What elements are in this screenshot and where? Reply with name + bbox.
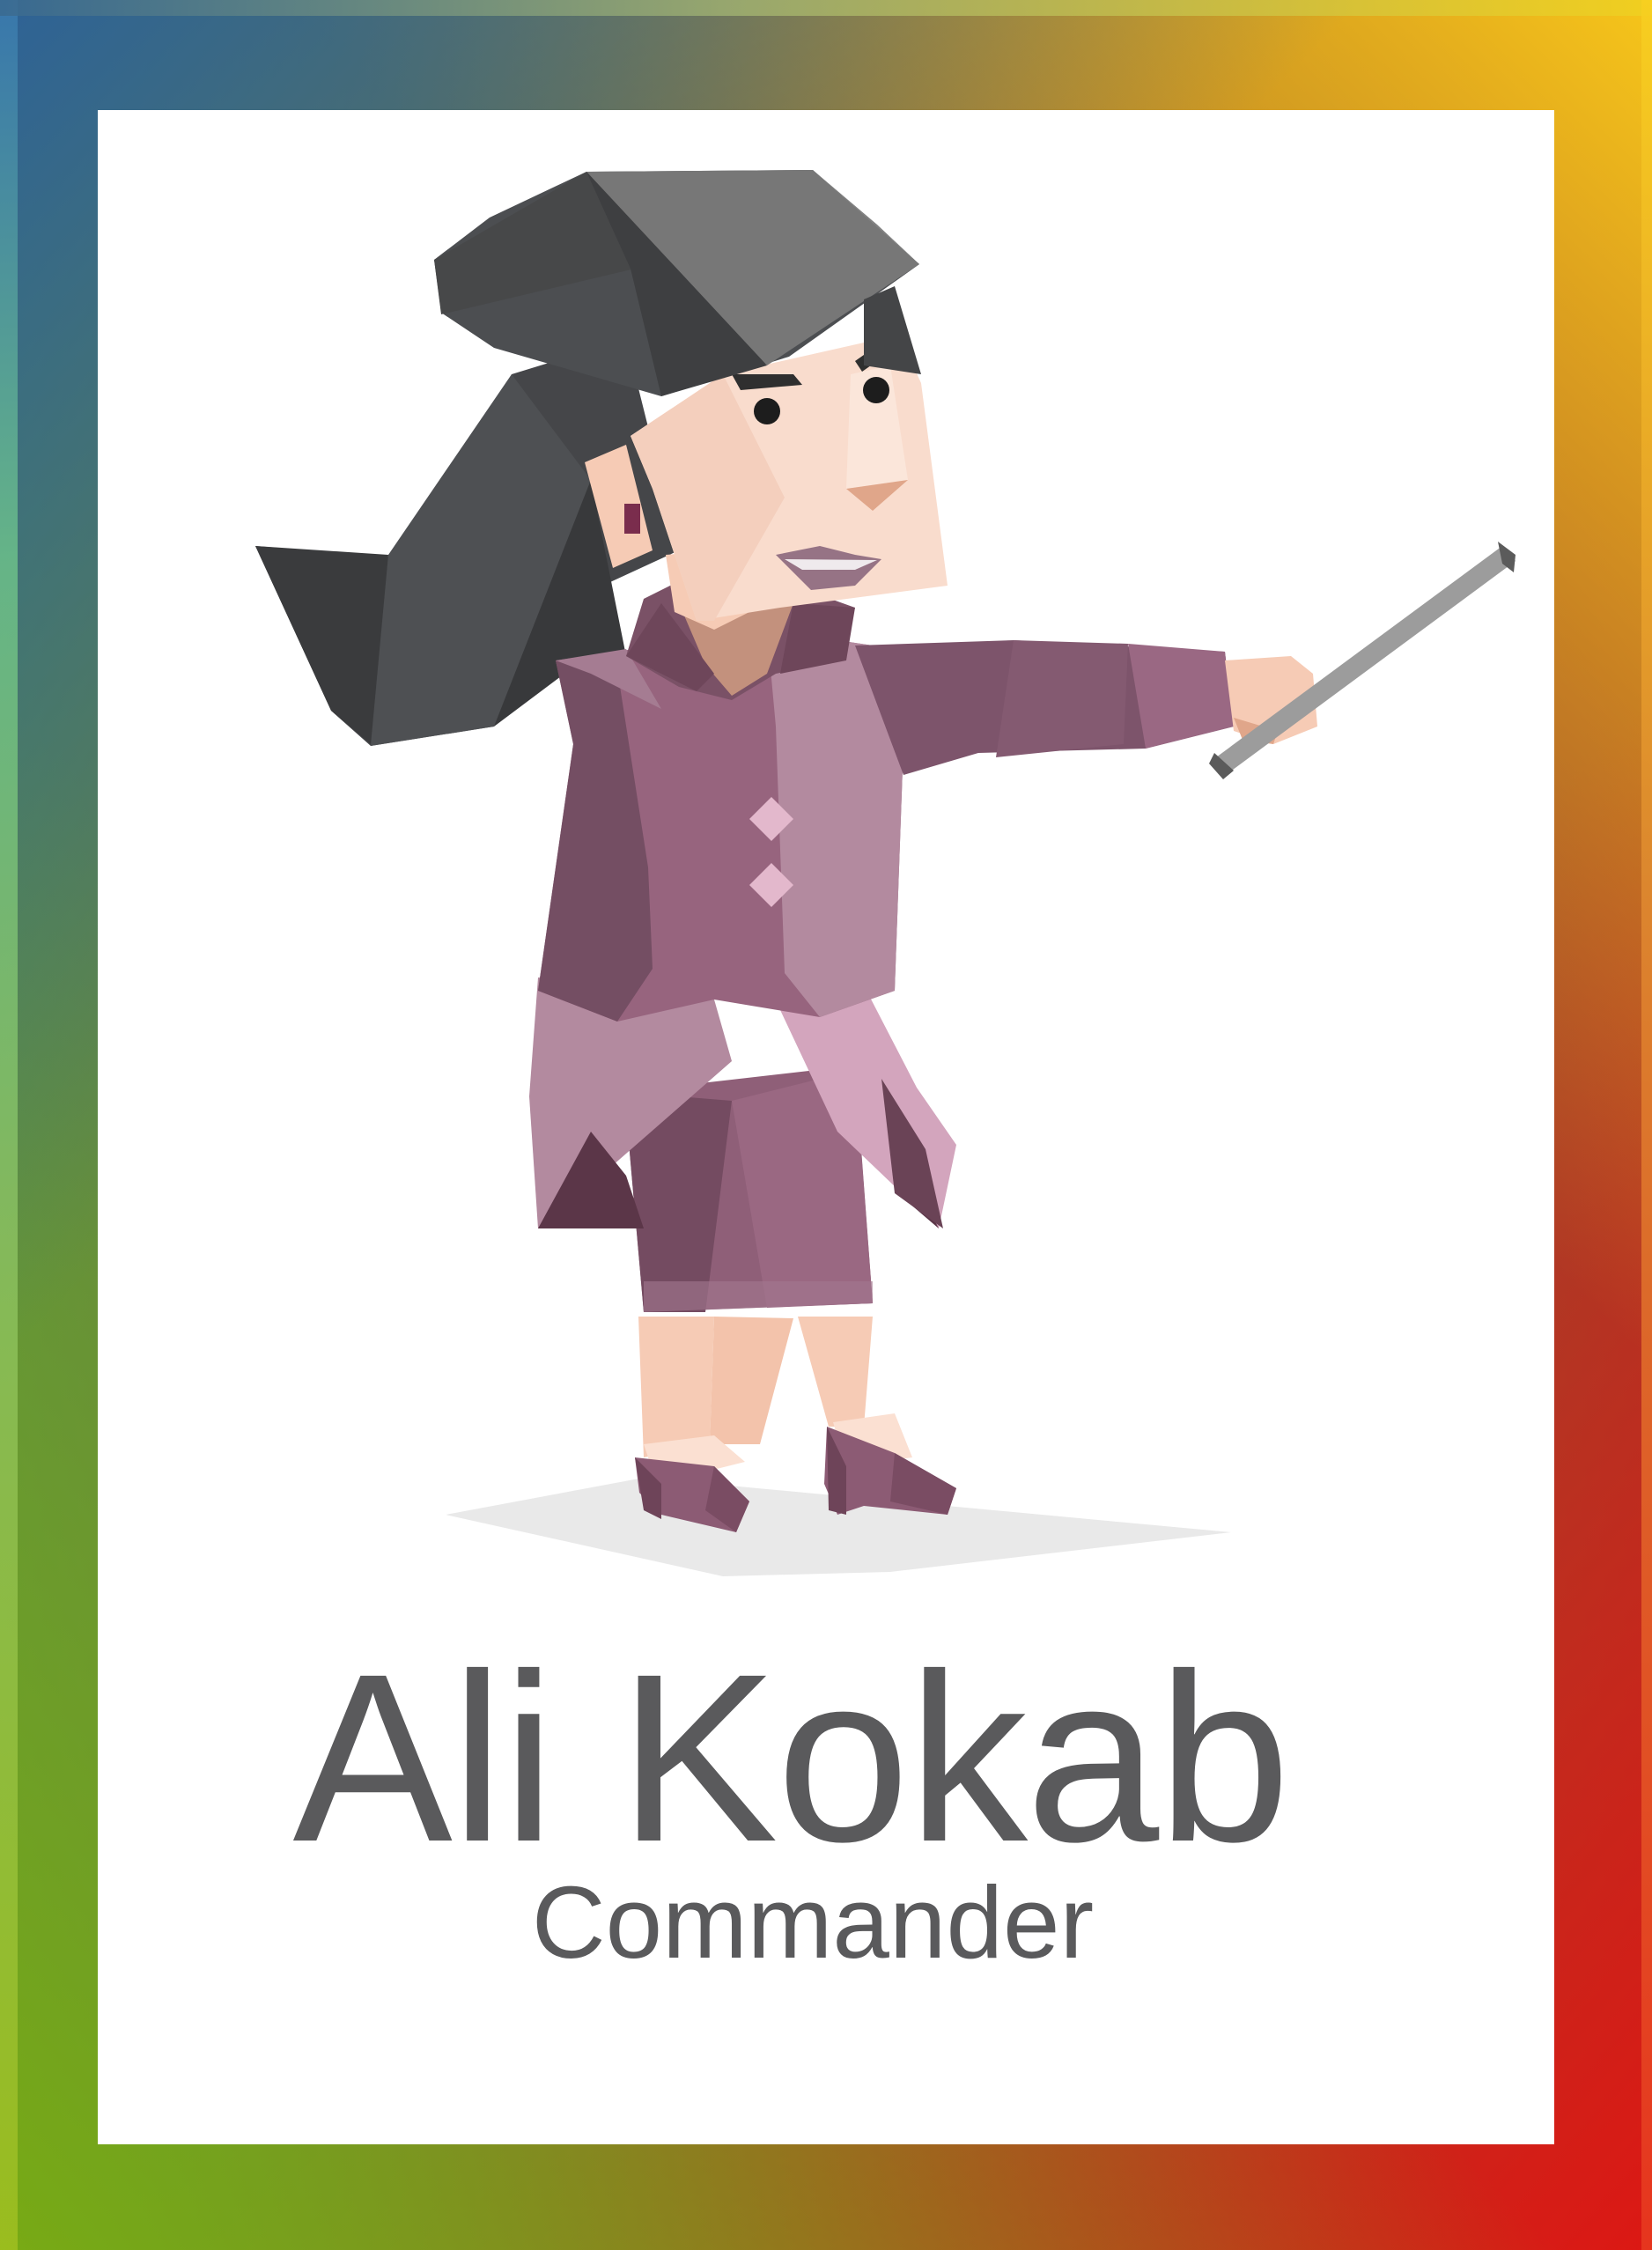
person-role: Commander <box>531 1865 1095 1980</box>
earring <box>624 504 640 534</box>
frame-right-edge <box>1641 0 1652 2250</box>
frame-top-edge <box>0 0 1652 16</box>
person-name: Ali Kokab <box>292 1624 1290 1892</box>
eye-left <box>754 398 780 424</box>
hair-side <box>864 286 921 374</box>
leg-left <box>638 1317 714 1457</box>
eye-right <box>863 377 889 403</box>
frame-left-edge <box>0 0 18 2250</box>
leg-right <box>798 1317 873 1427</box>
card-panel: Ali Kokab Commander <box>98 110 1554 2144</box>
character-illustration <box>255 170 1516 1576</box>
